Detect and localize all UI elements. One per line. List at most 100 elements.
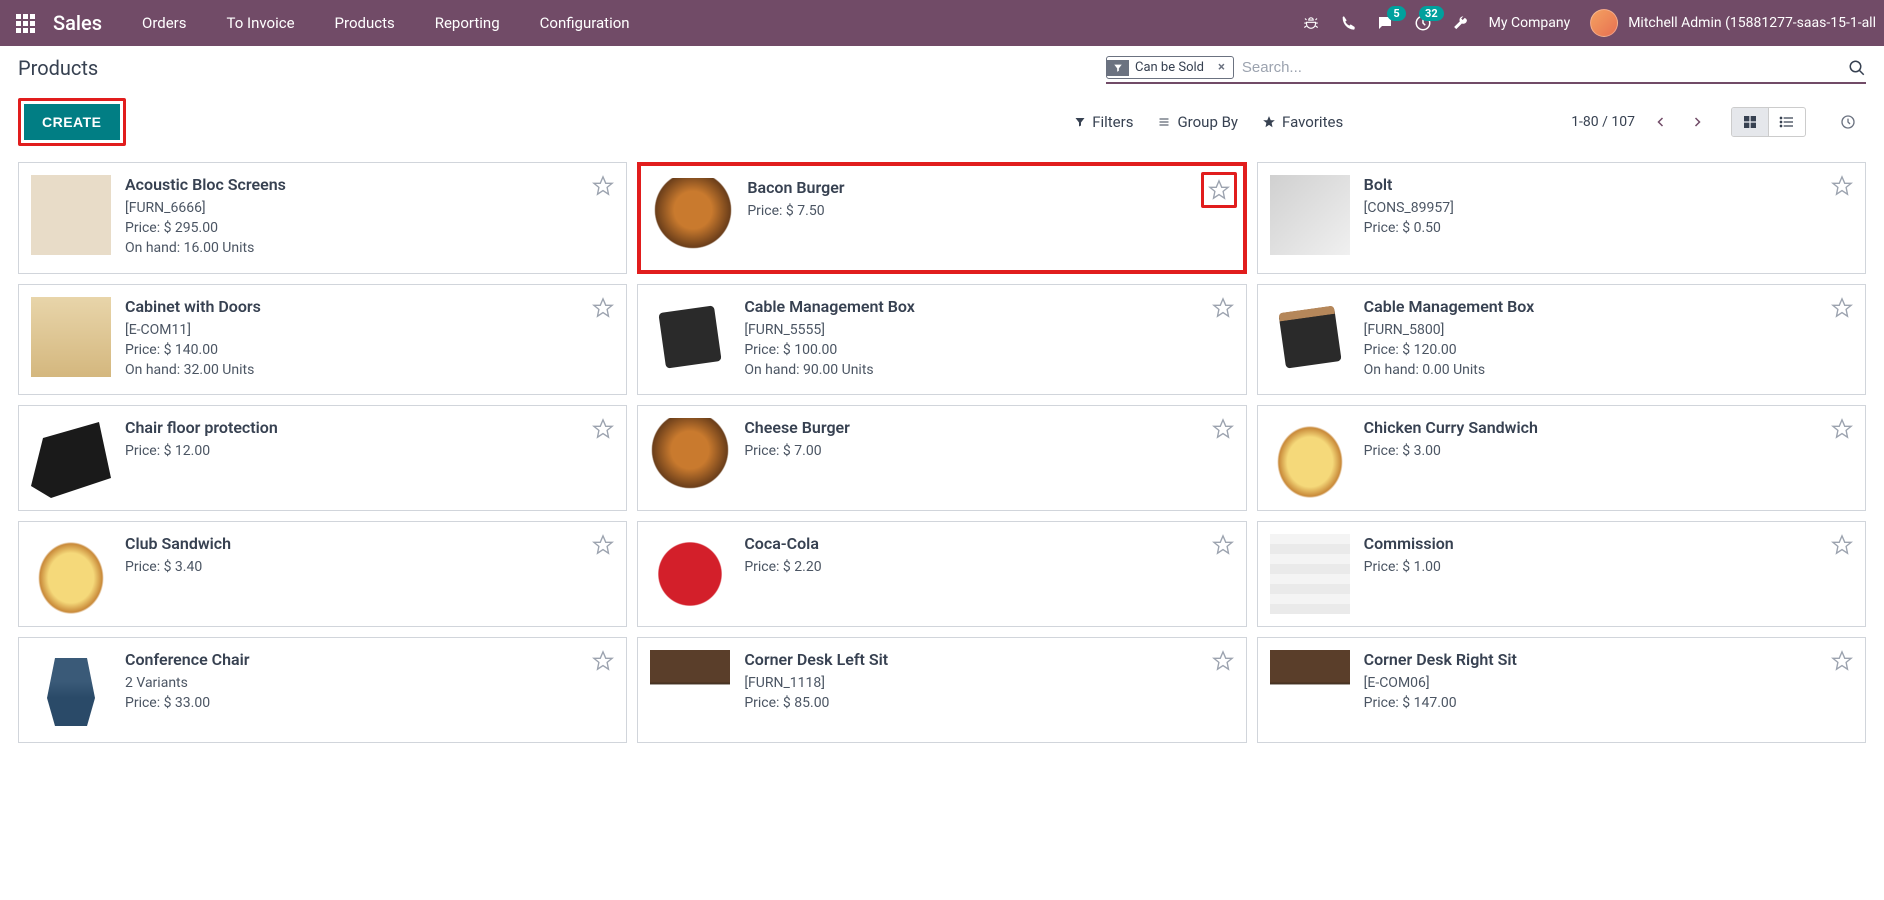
star-icon[interactable] <box>592 534 614 556</box>
product-card[interactable]: Corner Desk Left Sit[FURN_1118]Price: $ … <box>637 637 1246 743</box>
favorites-button[interactable]: Favorites <box>1262 113 1343 131</box>
product-title: Corner Desk Left Sit <box>744 650 1233 669</box>
product-image <box>31 175 111 255</box>
star-icon[interactable] <box>592 175 614 197</box>
view-switcher <box>1731 107 1806 137</box>
view-kanban[interactable] <box>1732 108 1769 136</box>
star-icon[interactable] <box>1212 534 1234 556</box>
product-card[interactable]: Chicken Curry SandwichPrice: $ 3.00 <box>1257 405 1866 511</box>
filters-label: Filters <box>1092 113 1133 131</box>
product-image <box>31 418 111 498</box>
product-price: Price: $ 120.00 <box>1364 342 1853 358</box>
view-list[interactable] <box>1769 108 1805 136</box>
apps-icon[interactable] <box>16 14 35 33</box>
pager-next[interactable] <box>1687 114 1707 130</box>
messages-badge: 5 <box>1387 6 1405 21</box>
product-price: Price: $ 140.00 <box>125 342 614 358</box>
app-brand[interactable]: Sales <box>53 11 102 35</box>
product-card[interactable]: Coca-ColaPrice: $ 2.20 <box>637 521 1246 627</box>
product-ref: [E-COM11] <box>125 322 614 338</box>
product-ref: [FURN_5800] <box>1364 322 1853 338</box>
star-icon[interactable] <box>1831 534 1853 556</box>
product-title: Cheese Burger <box>744 418 1233 437</box>
user-menu[interactable]: Mitchell Admin (15881277-saas-15-1-all <box>1590 9 1876 37</box>
product-card[interactable]: Club SandwichPrice: $ 3.40 <box>18 521 627 627</box>
nav-reporting[interactable]: Reporting <box>435 14 500 32</box>
product-card[interactable]: Cable Management Box[FURN_5555]Price: $ … <box>637 284 1246 395</box>
star-icon[interactable] <box>1831 650 1853 672</box>
product-price: Price: $ 12.00 <box>125 443 614 459</box>
user-name: Mitchell Admin (15881277-saas-15-1-all <box>1628 15 1876 31</box>
bug-icon[interactable] <box>1302 14 1320 32</box>
product-image <box>31 534 111 614</box>
product-body: Chair floor protection Price: $ 12.00 <box>125 418 614 498</box>
product-card[interactable]: Corner Desk Right Sit[E-COM06]Price: $ 1… <box>1257 637 1866 743</box>
activity-badge: 32 <box>1419 6 1444 21</box>
star-icon[interactable] <box>1201 172 1237 208</box>
product-ref: [FURN_5555] <box>744 322 1233 338</box>
wrench-icon[interactable] <box>1452 15 1469 32</box>
product-image <box>653 178 733 258</box>
nav-configuration[interactable]: Configuration <box>540 14 630 32</box>
product-body: Chicken Curry SandwichPrice: $ 3.00 <box>1364 418 1853 498</box>
product-card[interactable]: Cable Management Box[FURN_5800]Price: $ … <box>1257 284 1866 395</box>
groupby-button[interactable]: Group By <box>1157 113 1238 131</box>
pager-prev[interactable] <box>1651 114 1671 130</box>
star-icon[interactable] <box>1831 175 1853 197</box>
search-input[interactable] <box>1242 59 1848 76</box>
star-icon[interactable] <box>592 650 614 672</box>
search-icon[interactable] <box>1848 59 1866 77</box>
product-body: Bacon BurgerPrice: $ 7.50 <box>747 178 1230 258</box>
product-onhand: On hand: 0.00 Units <box>1364 362 1853 378</box>
product-card[interactable]: Cabinet with Doors[E-COM11]Price: $ 140.… <box>18 284 627 395</box>
filters-button[interactable]: Filters <box>1074 113 1133 131</box>
messages-icon[interactable]: 5 <box>1376 14 1394 32</box>
page-title: Products <box>18 56 98 80</box>
product-image <box>1270 175 1350 255</box>
star-icon[interactable] <box>592 418 614 440</box>
product-body: CommissionPrice: $ 1.00 <box>1364 534 1853 614</box>
product-card[interactable]: Bacon BurgerPrice: $ 7.50 <box>637 162 1246 274</box>
star-icon[interactable] <box>1212 418 1234 440</box>
product-card[interactable]: Chair floor protection Price: $ 12.00 <box>18 405 627 511</box>
star-icon[interactable] <box>592 297 614 319</box>
funnel-icon <box>1107 60 1129 76</box>
product-title: Bacon Burger <box>747 178 1230 197</box>
product-body: Coca-ColaPrice: $ 2.20 <box>744 534 1233 614</box>
nav-to-invoice[interactable]: To Invoice <box>227 14 295 32</box>
star-icon[interactable] <box>1831 297 1853 319</box>
star-icon[interactable] <box>1212 297 1234 319</box>
product-title: Chair floor protection <box>125 418 614 437</box>
company-name[interactable]: My Company <box>1489 15 1571 31</box>
product-title: Chicken Curry Sandwich <box>1364 418 1853 437</box>
product-card[interactable]: Bolt[CONS_89957]Price: $ 0.50 <box>1257 162 1866 274</box>
filter-chip-label: Can be Sold <box>1129 57 1210 78</box>
product-ref: 2 Variants <box>125 675 614 691</box>
product-title: Conference Chair <box>125 650 614 669</box>
product-image <box>650 418 730 498</box>
product-card[interactable]: Acoustic Bloc Screens[FURN_6666]Price: $… <box>18 162 627 274</box>
product-price: Price: $ 33.00 <box>125 695 614 711</box>
nav-products[interactable]: Products <box>335 14 395 32</box>
product-title: Commission <box>1364 534 1853 553</box>
product-body: Club SandwichPrice: $ 3.40 <box>125 534 614 614</box>
filter-chip-remove[interactable]: × <box>1210 57 1233 78</box>
view-activity[interactable] <box>1830 108 1866 136</box>
activity-icon[interactable]: 32 <box>1414 14 1432 32</box>
product-card[interactable]: Conference Chair 2 Variants Price: $ 33.00 <box>18 637 627 743</box>
product-body: Cheese BurgerPrice: $ 7.00 <box>744 418 1233 498</box>
product-card[interactable]: CommissionPrice: $ 1.00 <box>1257 521 1866 627</box>
product-price: Price: $ 100.00 <box>744 342 1233 358</box>
product-body: Cable Management Box[FURN_5800]Price: $ … <box>1364 297 1853 382</box>
create-button[interactable]: CREATE <box>24 104 120 140</box>
top-navbar: Sales Orders To Invoice Products Reporti… <box>0 0 1884 46</box>
star-icon[interactable] <box>1831 418 1853 440</box>
phone-icon[interactable] <box>1340 15 1356 31</box>
create-highlight-box: CREATE <box>18 98 126 146</box>
product-card[interactable]: Cheese BurgerPrice: $ 7.00 <box>637 405 1246 511</box>
kanban-grid: Acoustic Bloc Screens[FURN_6666]Price: $… <box>0 156 1884 761</box>
product-price: Price: $ 0.50 <box>1364 220 1853 236</box>
product-image <box>659 305 722 368</box>
nav-orders[interactable]: Orders <box>142 14 187 32</box>
star-icon[interactable] <box>1212 650 1234 672</box>
